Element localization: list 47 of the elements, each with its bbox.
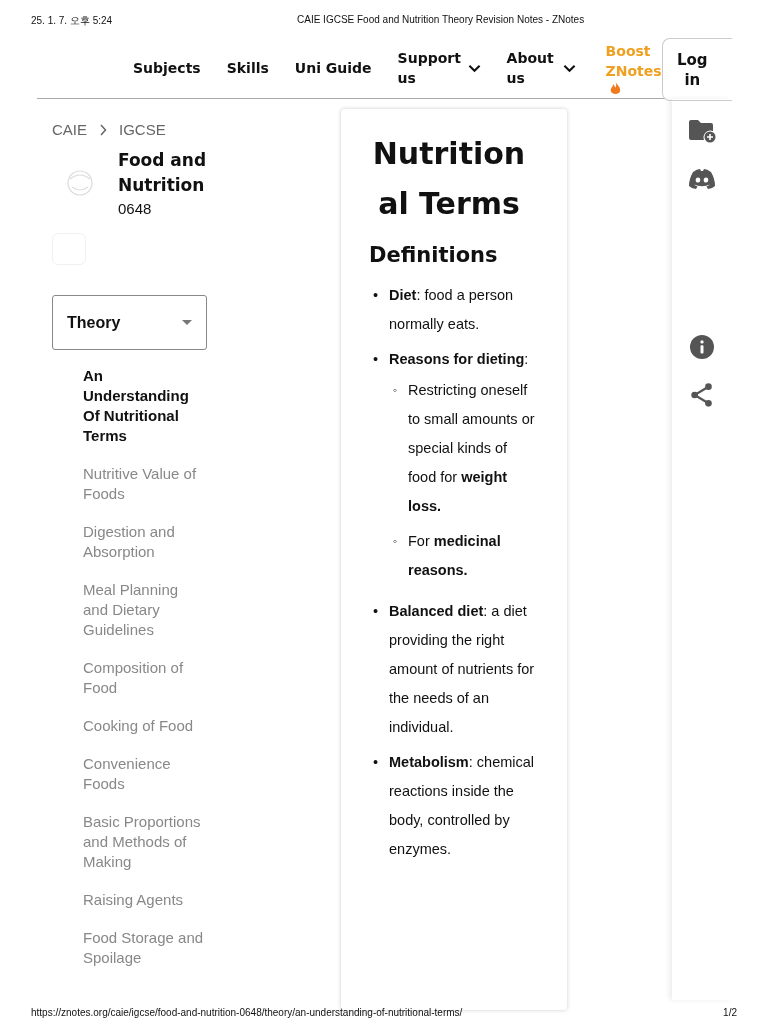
- topic-link[interactable]: Basic Proportions and Methods of Making: [83, 812, 205, 872]
- discord-icon[interactable]: [688, 167, 716, 191]
- topic-link[interactable]: An Understanding Of Nutritional Terms: [83, 366, 205, 446]
- breadcrumb-link[interactable]: CAIE: [52, 121, 87, 138]
- bullet-marker: •: [372, 350, 380, 369]
- info-icon[interactable]: [688, 335, 716, 359]
- bullet-marker: •: [372, 286, 380, 305]
- article-title: Nutritional Terms: [371, 135, 527, 223]
- folder-add-icon[interactable]: [688, 119, 716, 143]
- section-heading: Definitions: [369, 243, 499, 267]
- topic-link[interactable]: Cooking of Food: [83, 716, 205, 736]
- nav-dropdown[interactable]: Support us: [397, 48, 481, 88]
- subject-code: 0648: [118, 200, 153, 217]
- chevron-right-icon: [99, 123, 107, 136]
- topic-link[interactable]: Raising Agents: [83, 890, 205, 910]
- page-number: 1/2: [723, 1006, 737, 1018]
- chevron-down-icon: [562, 63, 576, 73]
- breadcrumb-link[interactable]: IGCSE: [119, 121, 166, 138]
- bullet-text: Diet: food a person normally eats.: [389, 287, 514, 332]
- bullet-text: Metabolism: chemical reactions inside the body, controlled by enzymes.: [389, 754, 535, 857]
- chevron-down-icon: [467, 63, 481, 73]
- print-title: CAIE IGCSE Food and Nutrition Theory Revision Notes - ZNotes: [297, 14, 585, 27]
- topic-link[interactable]: Composition of Food: [83, 658, 205, 698]
- nav-link[interactable]: Subjects: [133, 60, 201, 76]
- subject-title: Food and Nutrition: [118, 149, 208, 197]
- topic-link[interactable]: Convenience Foods: [83, 754, 205, 794]
- nav-dropdown[interactable]: About us: [506, 48, 576, 88]
- login-button[interactable]: Log in: [661, 38, 732, 101]
- flame-icon: [609, 80, 621, 96]
- print-date: 25. 1. 7. 오후 5:24: [31, 14, 114, 28]
- bullet-marker: ◦: [392, 533, 399, 550]
- print-url: https://znotes.org/caie/igcse/food-and-nutrition-0648/theory/an-understanding-of-nutritional-terms/: [31, 1006, 463, 1018]
- bullet-text: For medicinal reasons.: [408, 532, 502, 580]
- section-select[interactable]: Theory: [52, 295, 207, 350]
- topic-link[interactable]: Digestion and Absorption: [83, 522, 205, 562]
- nav-link[interactable]: Uni Guide: [294, 60, 372, 76]
- topic-link[interactable]: Nutritive Value of Foods: [83, 464, 205, 504]
- bullet-text: Balanced diet: a diet providing the right amount of nutrients for the needs of an individual.: [389, 603, 535, 735]
- topic-link[interactable]: Food Storage and Spoilage: [83, 928, 205, 968]
- dropdown-arrow-icon: [182, 320, 192, 325]
- bullet-marker: •: [372, 753, 380, 772]
- nav-link[interactable]: Skills: [226, 60, 269, 76]
- topic-link[interactable]: Meal Planning and Dietary Guidelines: [83, 580, 205, 640]
- bullet-marker: ◦: [392, 382, 399, 399]
- bullet-text: Restricting oneself to small amounts or special kinds of food for weight loss.: [408, 381, 536, 516]
- bullet-text: Reasons for dieting:: [389, 351, 529, 367]
- bullet-marker: •: [372, 602, 380, 621]
